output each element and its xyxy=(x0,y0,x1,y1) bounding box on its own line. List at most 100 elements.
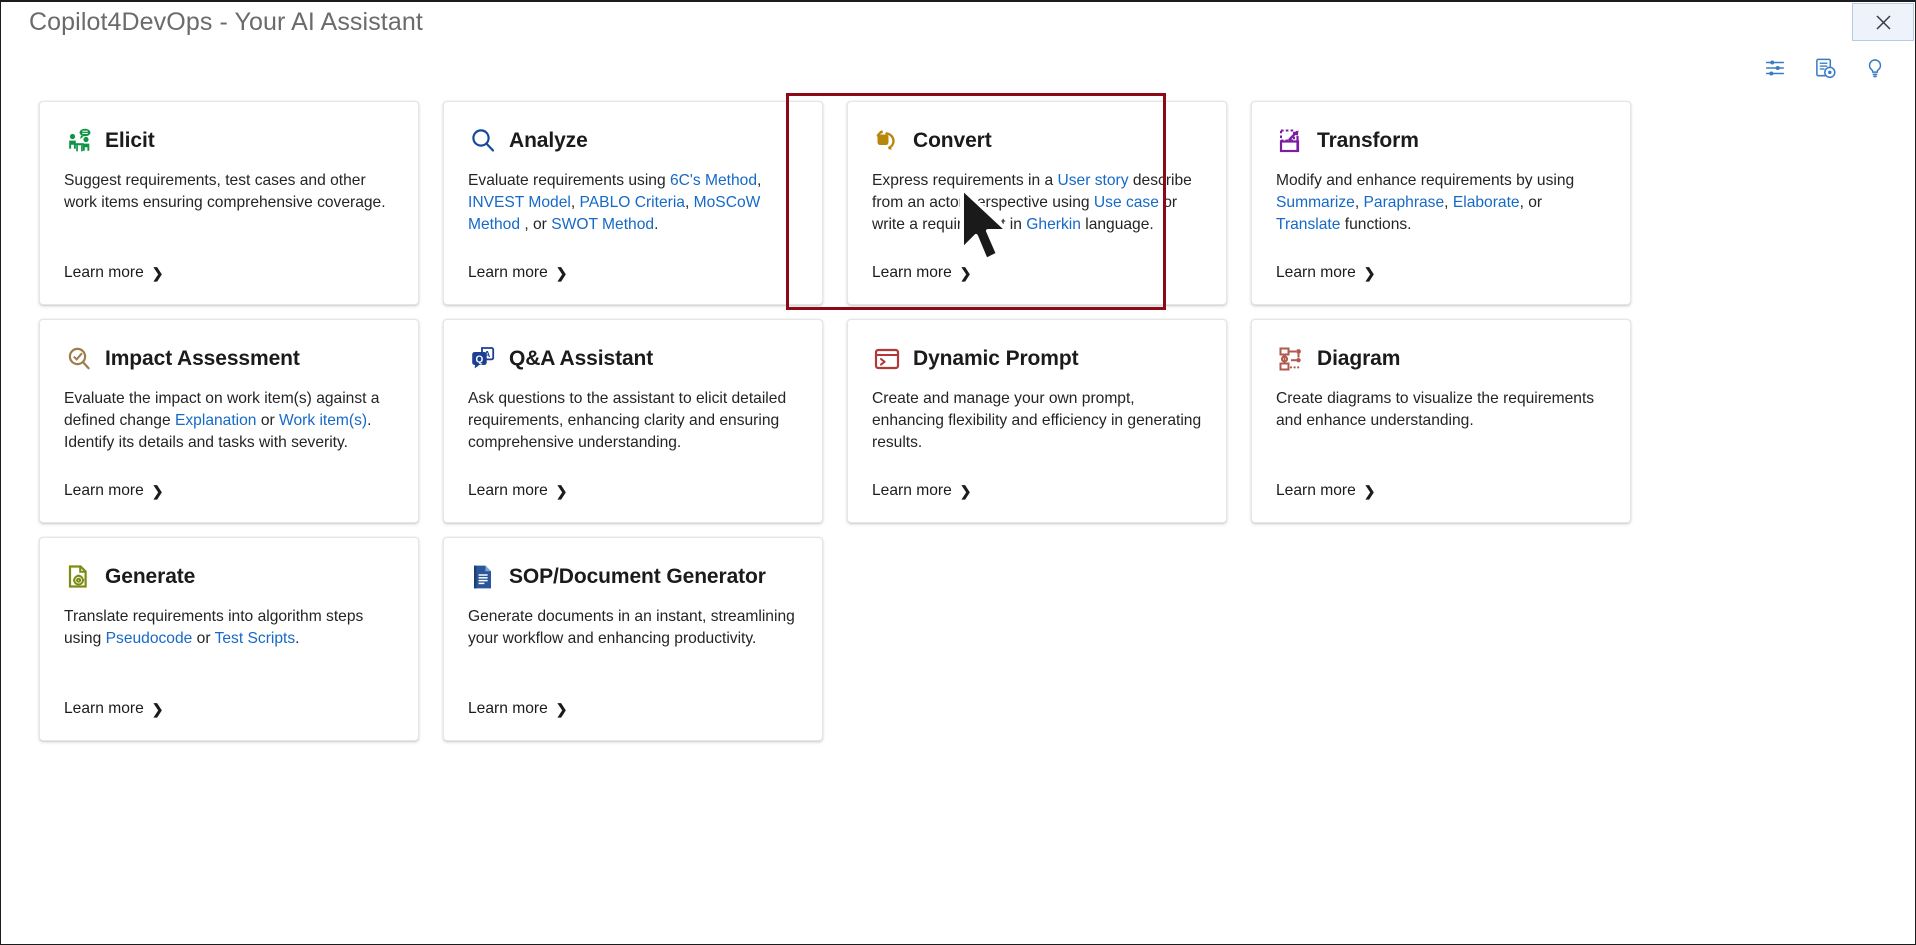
description-text: Evaluate requirements using xyxy=(468,172,670,189)
card-dynamic-prompt[interactable]: Dynamic Prompt Create and manage your ow… xyxy=(847,319,1227,523)
learn-more-label: Learn more xyxy=(1276,482,1356,499)
inline-link[interactable]: SWOT Method xyxy=(551,216,654,233)
transform-shape-arrow-icon xyxy=(1276,126,1306,156)
description-text: , or xyxy=(1519,194,1543,211)
card-transform[interactable]: Transform Modify and enhance requirement… xyxy=(1251,101,1631,305)
learn-more-link[interactable]: Learn more ❯ xyxy=(468,264,567,282)
card-row: Generate Translate requirements into alg… xyxy=(39,537,1879,741)
cell-empty-1 xyxy=(847,537,1227,741)
card-title: Transform xyxy=(1317,129,1419,152)
learn-more-label: Learn more xyxy=(468,264,548,281)
description-text: Create and manage your own prompt, enhan… xyxy=(872,390,1202,451)
title-bar: Copilot4DevOps - Your AI Assistant xyxy=(1,2,1915,48)
chevron-right-icon: ❯ xyxy=(151,482,164,499)
learn-more-label: Learn more xyxy=(872,482,952,499)
inline-link[interactable]: Summarize xyxy=(1276,194,1355,211)
card-header: Elicit xyxy=(64,124,394,158)
chevron-right-icon: ❯ xyxy=(555,264,568,281)
svg-text:Q: Q xyxy=(476,354,484,365)
inline-link[interactable]: Explanation xyxy=(175,412,257,429)
search-magnifier-icon xyxy=(468,126,498,156)
card-sop-document-generator[interactable]: SOP/Document Generator Generate document… xyxy=(443,537,823,741)
learn-more-link[interactable]: Learn more ❯ xyxy=(64,700,163,718)
description-text: , xyxy=(570,194,580,211)
settings-sliders-icon[interactable] xyxy=(1763,56,1787,80)
lightbulb-icon[interactable] xyxy=(1863,56,1887,80)
chevron-right-icon: ❯ xyxy=(151,264,164,281)
card-qna-assistant[interactable]: A Q Q&A Assistant Ask questions to the a… xyxy=(443,319,823,523)
card-analyze[interactable]: Analyze Evaluate requirements using 6C's… xyxy=(443,101,823,305)
learn-more-label: Learn more xyxy=(468,482,548,499)
card-title: Convert xyxy=(913,129,992,152)
learn-more-link[interactable]: Learn more ❯ xyxy=(1276,482,1375,500)
description-text: , xyxy=(1444,194,1453,211)
chevron-right-icon: ❯ xyxy=(555,482,568,499)
inline-link[interactable]: Use case xyxy=(1094,194,1159,211)
chevron-right-icon: ❯ xyxy=(1363,482,1376,499)
card-description: Suggest requirements, test cases and oth… xyxy=(64,170,394,214)
description-text: language. xyxy=(1080,216,1154,233)
card-convert[interactable]: Convert Express requirements in a User s… xyxy=(847,101,1227,305)
card-impact-assessment[interactable]: Impact Assessment Evaluate the impact on… xyxy=(39,319,419,523)
description-text: or xyxy=(256,412,280,429)
inline-link[interactable]: 6C's Method xyxy=(670,172,757,189)
learn-more-link[interactable]: Learn more ❯ xyxy=(872,264,971,282)
card-description: Create diagrams to visualize the require… xyxy=(1276,388,1606,432)
card-title: SOP/Document Generator xyxy=(509,565,766,588)
card-header: Dynamic Prompt xyxy=(872,342,1202,376)
description-text: , xyxy=(757,172,762,189)
inline-link[interactable]: Elaborate xyxy=(1453,194,1520,211)
close-button[interactable] xyxy=(1852,3,1914,41)
cell-impact-assessment: Impact Assessment Evaluate the impact on… xyxy=(39,319,419,523)
learn-more-link[interactable]: Learn more ❯ xyxy=(468,700,567,718)
description-text: Suggest requirements, test cases and oth… xyxy=(64,172,386,211)
card-row: Impact Assessment Evaluate the impact on… xyxy=(39,319,1879,523)
learn-more-label: Learn more xyxy=(1276,264,1356,281)
flowchart-nodes-icon xyxy=(1276,344,1306,374)
learn-more-link[interactable]: Learn more ❯ xyxy=(468,482,567,500)
card-header: A Q Q&A Assistant xyxy=(468,342,798,376)
card-row: Elicit Suggest requirements, test cases … xyxy=(39,101,1879,305)
close-icon xyxy=(1875,14,1892,31)
inline-link[interactable]: User story xyxy=(1057,172,1128,189)
card-description: Evaluate requirements using 6C's Method,… xyxy=(468,170,798,236)
document-settings-icon[interactable] xyxy=(1813,56,1837,80)
learn-more-label: Learn more xyxy=(64,700,144,717)
learn-more-link[interactable]: Learn more ❯ xyxy=(64,482,163,500)
cell-convert: Convert Express requirements in a User s… xyxy=(847,101,1227,305)
card-header: Impact Assessment xyxy=(64,342,394,376)
chevron-right-icon: ❯ xyxy=(1363,264,1376,281)
card-generate[interactable]: Generate Translate requirements into alg… xyxy=(39,537,419,741)
description-text: , or xyxy=(520,216,552,233)
convert-recycle-arrows-icon xyxy=(872,126,902,156)
card-header: Generate xyxy=(64,560,394,594)
card-title: Diagram xyxy=(1317,347,1401,370)
page-title: Copilot4DevOps - Your AI Assistant xyxy=(29,8,423,36)
description-text: or xyxy=(192,630,215,647)
chevron-right-icon: ❯ xyxy=(151,700,164,717)
card-header: Analyze xyxy=(468,124,798,158)
learn-more-label: Learn more xyxy=(64,264,144,281)
qa-speech-bubbles-icon: A Q xyxy=(468,344,498,374)
card-description: Create and manage your own prompt, enhan… xyxy=(872,388,1202,454)
card-description: Modify and enhance requirements by using… xyxy=(1276,170,1606,236)
inline-link[interactable]: Gherkin xyxy=(1026,216,1081,233)
inline-link[interactable]: INVEST Model xyxy=(468,194,571,211)
learn-more-link[interactable]: Learn more ❯ xyxy=(64,264,163,282)
card-title: Elicit xyxy=(105,129,155,152)
inline-link[interactable]: Pseudocode xyxy=(106,630,193,647)
inline-link[interactable]: Work item(s) xyxy=(279,412,367,429)
card-elicit[interactable]: Elicit Suggest requirements, test cases … xyxy=(39,101,419,305)
inline-link[interactable]: Paraphrase xyxy=(1364,194,1445,211)
card-diagram[interactable]: Diagram Create diagrams to visualize the… xyxy=(1251,319,1631,523)
inline-link[interactable]: Test Scripts xyxy=(215,630,296,647)
description-text: Modify and enhance requirements by using xyxy=(1276,172,1575,189)
inline-link[interactable]: Translate xyxy=(1276,216,1340,233)
inline-link[interactable]: PABLO Criteria xyxy=(580,194,685,211)
description-text: Generate documents in an instant, stream… xyxy=(468,608,795,647)
feature-card-grid: Elicit Suggest requirements, test cases … xyxy=(39,101,1879,755)
terminal-console-icon xyxy=(872,344,902,374)
learn-more-link[interactable]: Learn more ❯ xyxy=(872,482,971,500)
chevron-right-icon: ❯ xyxy=(555,700,568,717)
learn-more-link[interactable]: Learn more ❯ xyxy=(1276,264,1375,282)
